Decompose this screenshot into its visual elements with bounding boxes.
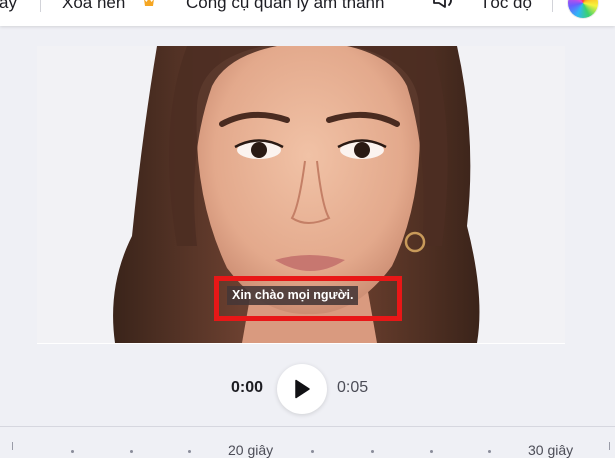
play-icon — [295, 379, 310, 399]
color-wheel-icon[interactable] — [568, 0, 598, 18]
play-button[interactable] — [277, 364, 327, 414]
speaker-icon[interactable] — [429, 0, 459, 16]
ruler-dot — [188, 450, 191, 453]
crown-icon — [144, 0, 154, 6]
ruler-tick — [609, 442, 610, 450]
ruler-tick — [12, 442, 13, 450]
ruler-dot — [130, 450, 133, 453]
ruler-dot — [311, 450, 314, 453]
caption-text[interactable]: Xin chào mọi người. — [227, 286, 359, 305]
speed-button[interactable]: Tốc độ — [480, 0, 532, 13]
ruler-label-20s: 20 giây — [228, 442, 274, 458]
ruler-dot — [430, 450, 433, 453]
toolbar-divider — [552, 0, 553, 12]
timeline-divider — [0, 426, 615, 427]
total-time: 0:05 — [337, 379, 369, 396]
ruler-dot — [488, 450, 491, 453]
toolbar-item-partial[interactable]: ay — [0, 0, 17, 13]
ruler-dot — [71, 450, 74, 453]
ruler-label-30s: 30 giây — [528, 442, 574, 458]
current-time: 0:00 — [231, 379, 264, 396]
ruler-dot — [371, 450, 374, 453]
toolbar-divider — [40, 0, 41, 12]
remove-background-button[interactable]: Xóa nền — [62, 0, 125, 13]
audio-tools-button[interactable]: Công cụ quản lý âm thanh — [186, 0, 384, 13]
top-toolbar: ay Xóa nền Công cụ quản lý âm thanh Tốc … — [0, 0, 615, 26]
timeline-ruler[interactable]: 20 giây 30 giây — [0, 432, 615, 458]
